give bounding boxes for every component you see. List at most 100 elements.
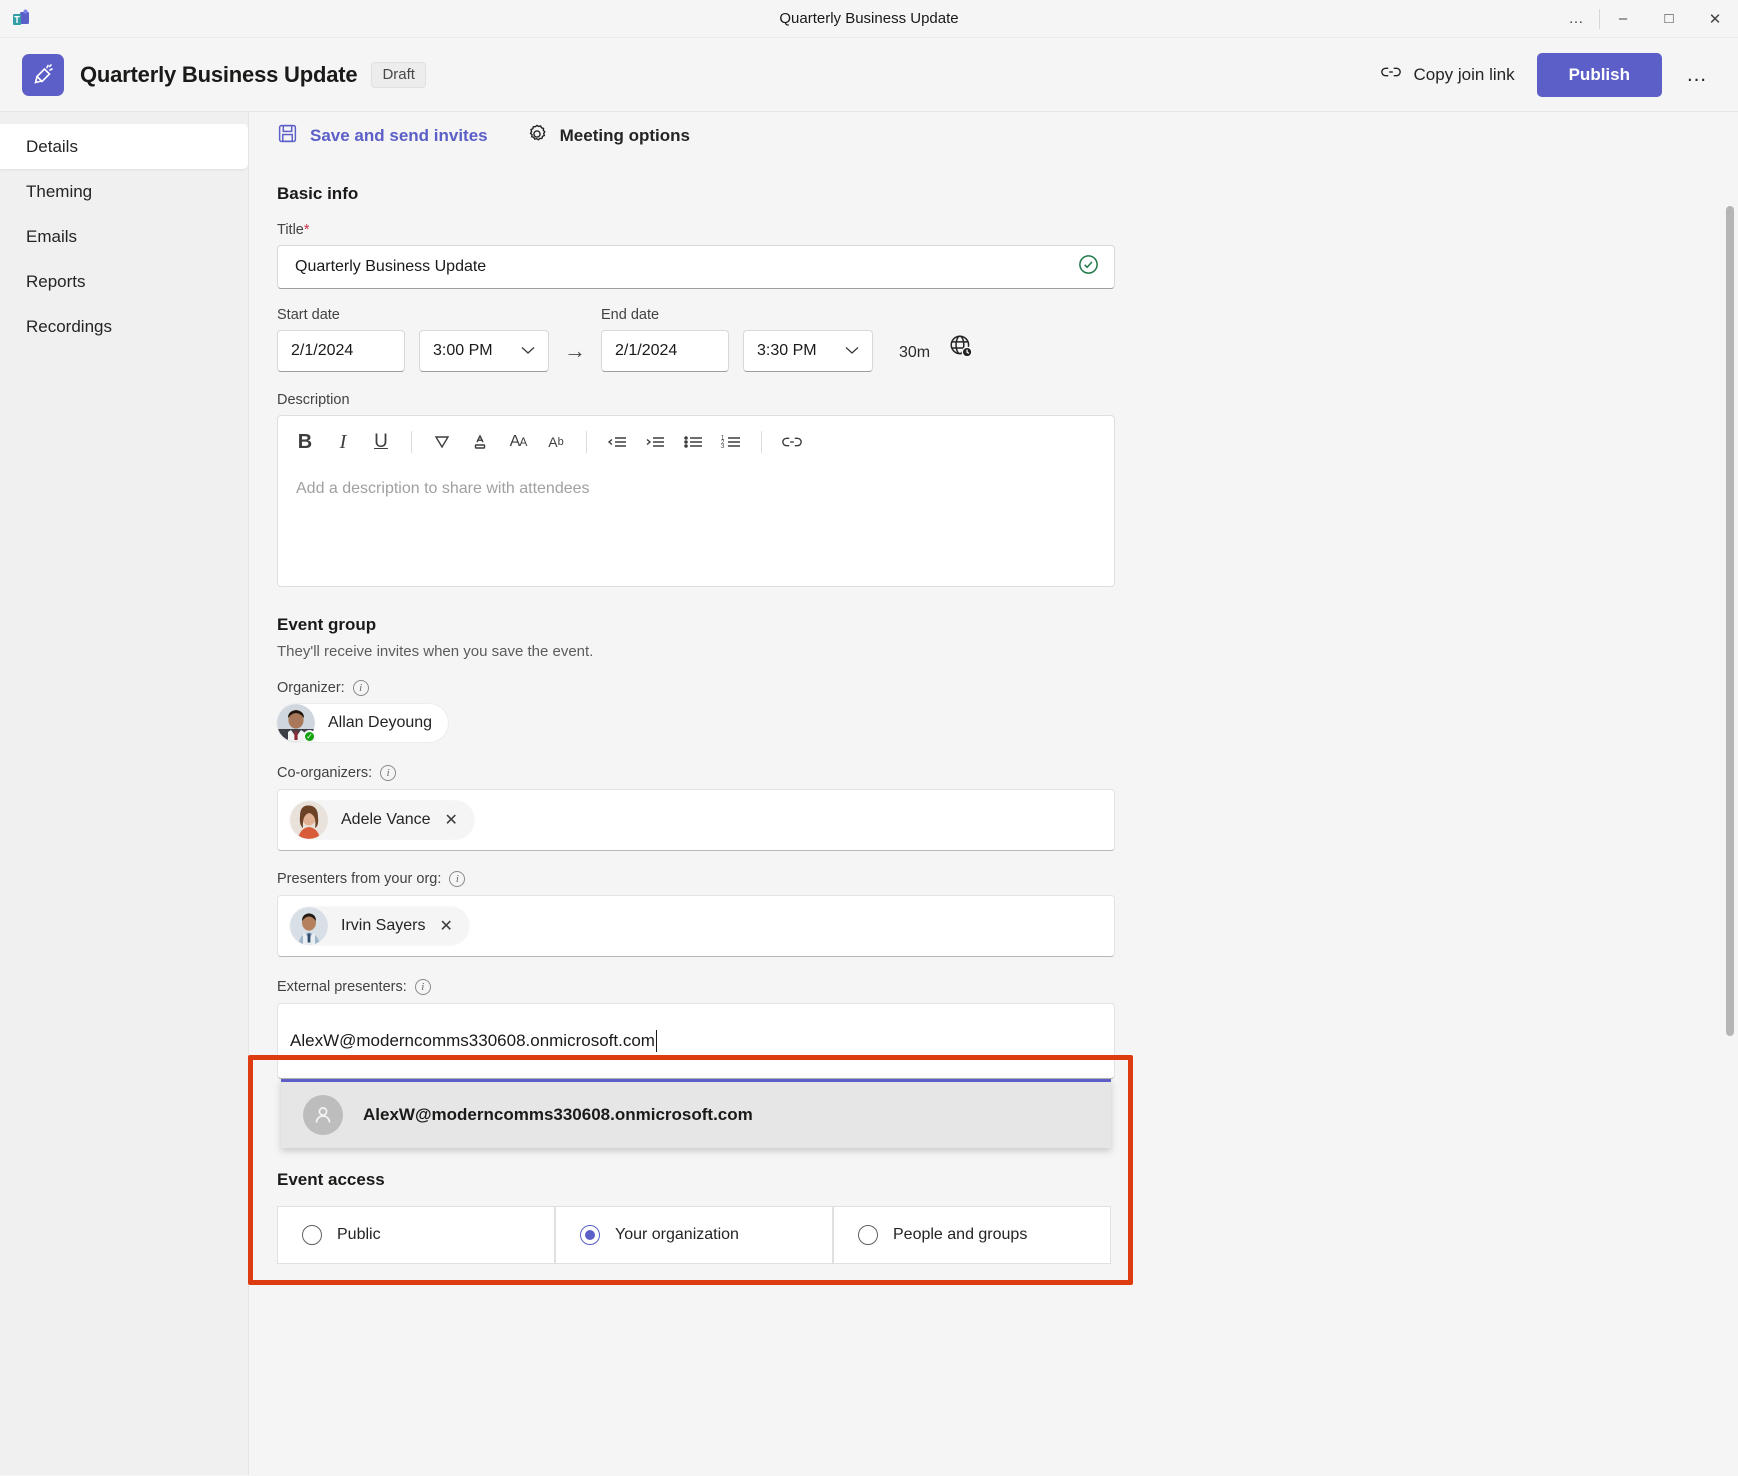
radio-label: Your organization [615,1226,739,1243]
font-size-icon[interactable]: AA [501,425,535,459]
event-access-heading: Event access [277,1170,385,1189]
increase-indent-icon[interactable] [638,425,672,459]
sidebar-item-label: Details [26,136,78,156]
description-input[interactable]: Add a description to share with attendee… [278,468,1114,586]
organizer-label: Organizer: i [277,680,1708,696]
presence-available-icon: ✓ [303,730,316,743]
copy-join-link-label: Copy join link [1413,64,1515,84]
suggestion-item[interactable]: AlexW@moderncomms330608.onmicrosoft.com [281,1082,1111,1148]
italic-icon[interactable]: I [326,425,360,459]
people-suggestion-list: AlexW@moderncomms330608.onmicrosoft.com [281,1079,1111,1148]
link-icon[interactable] [775,425,809,459]
required-marker: * [303,222,310,238]
scrollbar-thumb[interactable] [1726,206,1734,1036]
chevron-down-icon [845,342,859,360]
checkmark-circle-icon [1077,253,1100,281]
highlight-color-icon[interactable] [425,425,459,459]
presenters-label: Presenters from your org: i [277,871,1708,887]
sidebar-item-label: Theming [26,181,93,201]
title-input[interactable]: Quarterly Business Update [277,245,1115,289]
event-group-subtitle: They'll receive invites when you save th… [277,643,594,660]
remove-person-icon[interactable]: ✕ [439,916,452,936]
remove-person-icon[interactable]: ✕ [445,810,458,830]
app-header: Quarterly Business Update Draft Copy joi… [0,38,1738,112]
font-color-icon[interactable] [463,425,497,459]
radio-option-public[interactable]: Public [277,1206,555,1264]
decrease-indent-icon[interactable] [600,425,634,459]
window-title-bar: Quarterly Business Update … – □ ✕ [0,0,1738,38]
start-time-select[interactable]: 3:00 PM [419,330,549,372]
sidebar-item-emails[interactable]: Emails [0,214,248,259]
info-icon[interactable]: i [380,765,397,781]
radio-label: Public [337,1226,381,1243]
duration-text: 30m [899,344,931,361]
person-icon [303,1095,343,1135]
co-organizers-label: Co-organizers: i [277,765,1708,781]
header-actions: Copy join link Publish … [1374,52,1716,97]
sidebar-item-details[interactable]: Details [0,124,248,169]
start-date-input[interactable]: 2/1/2024 [277,330,405,372]
start-date-label: Start date [277,307,340,323]
end-date-group: End date 2/1/2024 3:30 PM [601,307,873,372]
chevron-down-icon [521,342,535,360]
sidebar-item-label: Reports [26,271,86,291]
title-label-text: Title [277,222,304,238]
underline-icon[interactable]: U [364,425,398,459]
description-editor[interactable]: B I U AA Ab 1 2 3 Add a description to s… [277,415,1115,587]
person-chip: ✓ Allan Deyoung [277,704,449,743]
radio-icon [858,1225,878,1245]
sidebar-item-label: Recordings [26,316,112,336]
info-icon[interactable]: i [352,680,369,696]
co-organizer-name: Adele Vance [341,811,431,828]
sidebar-item-theming[interactable]: Theming [0,169,248,214]
vertical-scrollbar[interactable] [1724,160,1736,1475]
end-time-value: 3:30 PM [757,342,817,359]
divider [586,431,587,453]
content-pane: Save and send invites Meeting options Ba… [248,112,1738,1475]
svg-text:3: 3 [721,444,725,450]
start-date-group: Start date 2/1/2024 3:00 PM [277,307,549,372]
radio-option-your-organization[interactable]: Your organization [555,1206,833,1264]
organizer-name: Allan Deyoung [328,714,433,731]
external-presenters-input[interactable]: AlexW@moderncomms330608.onmicrosoft.com [277,1003,1115,1079]
meeting-options-label: Meeting options [559,126,690,145]
info-icon[interactable]: i [414,979,431,995]
start-time-value: 3:00 PM [433,342,493,359]
external-presenters-value: AlexW@moderncomms330608.onmicrosoft.com [290,1031,655,1050]
save-and-send-invites-label: Save and send invites [310,126,488,145]
suggestion-label: AlexW@moderncomms330608.onmicrosoft.com [363,1105,753,1124]
bulleted-list-icon[interactable] [676,425,710,459]
event-access-options: Public Your organization People and grou… [277,1206,1708,1264]
gear-icon [526,123,548,150]
copy-join-link-button[interactable]: Copy join link [1374,58,1520,91]
basic-info-heading: Basic info [277,184,359,203]
clear-formatting-icon[interactable]: Ab [539,425,573,459]
external-presenters-label: External presenters: i [277,979,1708,995]
radio-option-people-and-groups[interactable]: People and groups [833,1206,1111,1264]
presenters-input[interactable]: Irvin Sayers ✕ [277,895,1115,957]
event-megaphone-icon [22,53,64,96]
numbered-list-icon[interactable]: 1 2 3 [714,425,748,459]
presenters-label-text: Presenters from your org: [277,871,442,887]
save-and-send-invites-button[interactable]: Save and send invites [277,123,488,149]
rich-text-toolbar: B I U AA Ab 1 2 3 [278,416,1114,468]
globe-clock-icon[interactable] [948,333,974,372]
end-date-label: End date [601,307,660,323]
sidebar-item-reports[interactable]: Reports [0,259,248,304]
radio-label: People and groups [893,1226,1028,1243]
publish-button[interactable]: Publish [1536,52,1662,97]
header-more-icon[interactable]: … [1678,59,1716,91]
sidebar: Details Theming Emails Reports Recording… [0,112,248,1475]
window-title: Quarterly Business Update [779,10,959,27]
bold-icon[interactable]: B [288,425,322,459]
date-range-arrow-icon: → [564,338,586,363]
save-icon [277,123,298,149]
co-organizers-input[interactable]: Adele Vance ✕ [277,789,1115,851]
end-date-input[interactable]: 2/1/2024 [601,330,729,372]
divider [761,431,762,453]
end-time-select[interactable]: 3:30 PM [743,330,873,372]
info-icon[interactable]: i [449,871,466,887]
command-bar: Save and send invites Meeting options [249,112,1738,160]
meeting-options-button[interactable]: Meeting options [526,123,690,150]
sidebar-item-recordings[interactable]: Recordings [0,304,248,349]
